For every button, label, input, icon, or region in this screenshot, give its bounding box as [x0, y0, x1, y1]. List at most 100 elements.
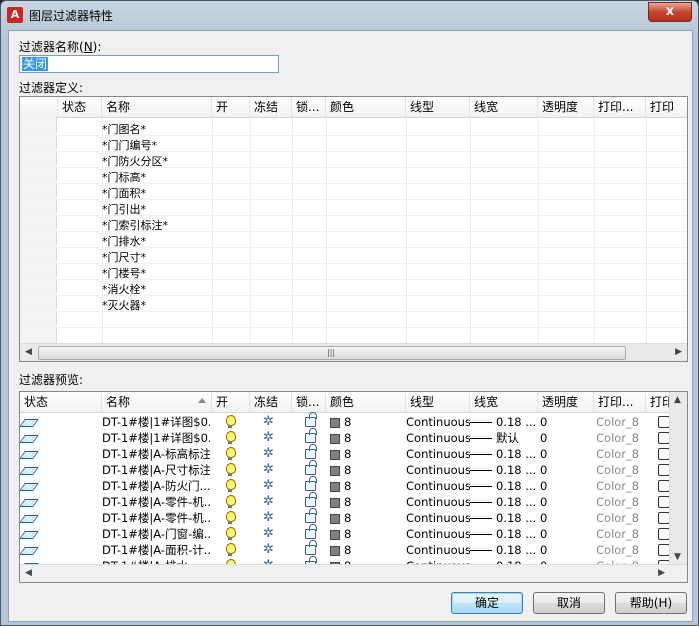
def-col-status[interactable]: 状态: [58, 97, 102, 117]
preview-row[interactable]: DT-1#楼|A-防火门... ✲ 8 Continuous 0.18 ... 0 Colo…: [20, 476, 670, 494]
preview-vertical-scrollbar[interactable]: ▲ ▼: [669, 392, 687, 565]
definition-row[interactable]: *门图名*: [102, 121, 146, 137]
preview-row[interactable]: DT-1#楼|A-面积-计... ✲ 8 Continuous 0.18 ... 0 Col…: [20, 540, 670, 558]
snowflake-thaw-icon[interactable]: ✲: [263, 430, 274, 446]
layer-transparency[interactable]: 0: [540, 430, 590, 446]
layer-linetype[interactable]: Continuous: [406, 510, 470, 526]
layer-color[interactable]: 8: [344, 414, 384, 430]
prev-col-name[interactable]: 名称: [102, 392, 212, 412]
snowflake-thaw-icon[interactable]: ✲: [263, 526, 274, 542]
ok-button[interactable]: 确定: [451, 592, 523, 614]
layer-color[interactable]: 8: [344, 430, 384, 446]
color-swatch[interactable]: [330, 514, 340, 524]
layer-transparency[interactable]: 0: [540, 510, 590, 526]
snowflake-thaw-icon[interactable]: ✲: [263, 510, 274, 526]
color-swatch[interactable]: [330, 434, 340, 444]
prev-col-color[interactable]: 颜色: [326, 392, 406, 412]
layer-color[interactable]: 8: [344, 510, 384, 526]
unlock-icon[interactable]: [305, 524, 317, 539]
def-col-on[interactable]: 开: [212, 97, 250, 117]
prev-col-freeze[interactable]: 冻结: [250, 392, 292, 412]
layer-linetype[interactable]: Continuous: [406, 478, 470, 494]
close-button[interactable]: x: [648, 2, 692, 22]
prev-col-on[interactable]: 开: [212, 392, 250, 412]
snowflake-thaw-icon[interactable]: ✲: [263, 494, 274, 510]
unlock-icon[interactable]: [305, 540, 317, 555]
layer-color[interactable]: 8: [344, 446, 384, 462]
layer-color[interactable]: 8: [344, 462, 384, 478]
prev-col-lock[interactable]: 锁...: [292, 392, 326, 412]
definition-row[interactable]: *灭火器*: [102, 297, 146, 313]
layer-lineweight[interactable]: 0.18 ...: [496, 414, 538, 430]
scroll-left-arrow-icon[interactable]: ◀: [25, 347, 32, 357]
prev-col-plot-style[interactable]: 打印...: [594, 392, 646, 412]
def-col-plot-style[interactable]: 打印...: [594, 97, 646, 117]
definition-row[interactable]: *消火栓*: [102, 281, 146, 297]
snowflake-thaw-icon[interactable]: ✲: [263, 414, 274, 430]
preview-row[interactable]: DT-1#楼|A-尺寸标注 ✲ 8 Continuous 0.18 ... 0 Color_…: [20, 460, 670, 478]
scroll-right-arrow-icon[interactable]: ▶: [658, 568, 665, 578]
color-swatch[interactable]: [330, 418, 340, 428]
layer-transparency[interactable]: 0: [540, 414, 590, 430]
definition-row[interactable]: *门楼号*: [102, 265, 146, 281]
definition-row[interactable]: *门索引标注*: [102, 217, 168, 233]
color-swatch[interactable]: [330, 498, 340, 508]
layer-color[interactable]: 8: [344, 526, 384, 542]
def-col-transparency[interactable]: 透明度: [538, 97, 594, 117]
layer-transparency[interactable]: 0: [540, 446, 590, 462]
preview-row[interactable]: DT-1#楼|A-零件-机... ✲ 8 Continuous 0.18 ... 0 Col…: [20, 508, 670, 526]
scroll-up-arrow-icon[interactable]: ▲: [674, 395, 681, 405]
prev-col-linetype[interactable]: 线型: [406, 392, 470, 412]
definition-row[interactable]: *门门编号*: [102, 137, 157, 153]
definition-horizontal-scrollbar[interactable]: ◀ ||| ▶: [20, 343, 687, 361]
def-col-freeze[interactable]: 冻结: [250, 97, 292, 117]
def-col-name[interactable]: 名称: [102, 97, 212, 117]
unlock-icon[interactable]: [305, 444, 317, 459]
def-col-linetype[interactable]: 线型: [406, 97, 470, 117]
prev-col-status[interactable]: 状态: [20, 392, 102, 412]
layer-lineweight[interactable]: 0.18 ...: [496, 462, 538, 478]
color-swatch[interactable]: [330, 466, 340, 476]
scroll-left-arrow-icon[interactable]: ◀: [25, 568, 32, 578]
layer-linetype[interactable]: Continuous: [406, 430, 470, 446]
scroll-right-arrow-icon[interactable]: ▶: [675, 347, 682, 357]
snowflake-thaw-icon[interactable]: ✲: [263, 446, 274, 462]
layer-linetype[interactable]: Continuous: [406, 414, 470, 430]
layer-color[interactable]: 8: [344, 494, 384, 510]
definition-row[interactable]: *门面积*: [102, 185, 146, 201]
color-swatch[interactable]: [330, 546, 340, 556]
layer-color[interactable]: 8: [344, 478, 384, 494]
definition-row[interactable]: *门排水*: [102, 233, 146, 249]
layer-lineweight[interactable]: 0.18 ...: [496, 478, 538, 494]
layer-lineweight[interactable]: 0.18 ...: [496, 542, 538, 558]
layer-lineweight[interactable]: 0.18 ...: [496, 526, 538, 542]
preview-row[interactable]: DT-1#楼|1#详图$0... ✲ 8 Continuous 默认 0 Color_8: [20, 428, 670, 446]
color-swatch[interactable]: [330, 450, 340, 460]
filter-preview-list[interactable]: 状态 名称 开 冻结 锁... 颜色 线型 线宽 透明度 打印... 打印 DT…: [19, 391, 688, 583]
preview-row[interactable]: DT-1#楼|A-零件-机... ✲ 8 Continuous 0.18 ... 0 Col…: [20, 492, 670, 510]
layer-linetype[interactable]: Continuous: [406, 446, 470, 462]
unlock-icon[interactable]: [305, 412, 317, 427]
preview-row[interactable]: DT-1#楼|A-门窗-编... ✲ 8 Continuous 0.18 ... 0 Col…: [20, 524, 670, 542]
snowflake-thaw-icon[interactable]: ✲: [263, 542, 274, 558]
def-col-lineweight[interactable]: 线宽: [470, 97, 538, 117]
definition-row[interactable]: *门标高*: [102, 169, 146, 185]
layer-lineweight[interactable]: 0.18 ...: [496, 494, 538, 510]
layer-color[interactable]: 8: [344, 542, 384, 558]
prev-col-lineweight[interactable]: 线宽: [470, 392, 538, 412]
color-swatch[interactable]: [330, 482, 340, 492]
layer-transparency[interactable]: 0: [540, 462, 590, 478]
layer-lineweight[interactable]: 0.18 ...: [496, 510, 538, 526]
layer-lineweight[interactable]: 0.18 ...: [496, 446, 538, 462]
def-col-plot[interactable]: 打印: [646, 97, 687, 117]
unlock-icon[interactable]: [305, 508, 317, 523]
unlock-icon[interactable]: [305, 492, 317, 507]
preview-row[interactable]: DT-1#楼|1#详图$0... ✲ 8 Continuous 0.18 ... 0 Col…: [20, 412, 670, 430]
definition-row[interactable]: *门尺寸*: [102, 249, 146, 265]
layer-transparency[interactable]: 0: [540, 478, 590, 494]
snowflake-thaw-icon[interactable]: ✲: [263, 478, 274, 494]
snowflake-thaw-icon[interactable]: ✲: [263, 462, 274, 478]
title-bar[interactable]: A 图层过滤器特性 x: [1, 1, 698, 29]
layer-linetype[interactable]: Continuous: [406, 542, 470, 558]
filter-name-input[interactable]: 关闭: [19, 55, 279, 73]
